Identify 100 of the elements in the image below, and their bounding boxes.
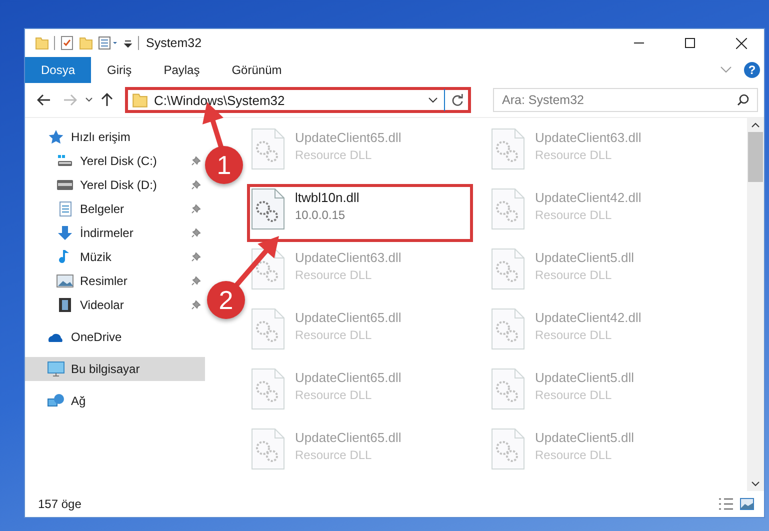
ribbon-tab[interactable]: Giriş [91,57,148,83]
dll-file-icon [491,368,525,410]
properties-icon[interactable] [98,36,118,50]
scroll-down-icon[interactable] [751,481,760,487]
file-detail: Resource DLL [295,388,373,402]
search-field[interactable]: Ara: System32 [493,88,758,112]
dll-file-icon [251,188,285,230]
file-name: UpdateClient5.dll [535,370,634,385]
drive-icon [56,177,74,193]
dll-file-icon [491,308,525,350]
nav-item[interactable]: Videolar [25,293,205,317]
large-icons-view-icon[interactable] [740,498,754,510]
search-icon[interactable] [737,94,749,106]
file-detail: Resource DLL [535,208,613,222]
folder-icon[interactable] [35,36,49,50]
forward-arrow-icon[interactable] [63,94,77,106]
file-detail: Resource DLL [535,448,613,462]
chevron-down-icon[interactable] [428,97,438,103]
nav-label: Resimler [80,274,128,288]
file-name: ltwbl10n.dll [295,190,360,205]
file-name: UpdateClient42.dll [535,190,642,205]
dll-file-icon [251,428,285,470]
dll-file-icon [251,128,285,170]
file-name: UpdateClient65.dll [295,310,402,325]
videos-icon [56,297,74,313]
nav-item[interactable]: OneDrive [25,325,205,349]
pin-icon[interactable] [191,204,201,214]
nav-item[interactable]: Müzik [25,245,205,269]
nav-item[interactable]: Ağ [25,389,205,413]
file-detail: Resource DLL [295,268,373,282]
address-bar[interactable]: C:\Windows\System32 [125,87,471,113]
download-icon [56,225,74,241]
nav-label: Yerel Disk (C:) [80,154,157,168]
nav-label: OneDrive [71,330,122,344]
file-name: UpdateClient5.dll [535,430,634,445]
nav-label: İndirmeler [80,226,134,240]
nav-label: Belgeler [80,202,124,216]
file-detail: Resource DLL [535,148,613,162]
pin-icon[interactable] [191,300,201,310]
file-name: UpdateClient65.dll [295,130,402,145]
help-button[interactable]: ? [744,62,760,78]
dll-file-icon [251,248,285,290]
nav-label: Yerel Disk (D:) [80,178,157,192]
file-name: UpdateClient42.dll [535,310,642,325]
nav-item[interactable]: Belgeler [25,197,205,221]
nav-item[interactable]: Bu bilgisayar [25,357,205,381]
dll-file-icon [491,428,525,470]
file-item[interactable]: ltwbl10n.dll 10.0.0.15 [247,184,473,242]
dll-file-icon [251,308,285,350]
folder-icon[interactable] [79,36,93,50]
refresh-icon[interactable] [451,94,464,106]
nav-item[interactable]: Yerel Disk (C:) [25,149,205,173]
nav-label: Ağ [71,394,86,408]
dll-file-icon [251,368,285,410]
nav-label: Bu bilgisayar [71,362,140,376]
network-icon [47,393,65,409]
scroll-up-icon[interactable] [751,122,760,128]
details-view-icon[interactable] [718,498,734,510]
scroll-thumb[interactable] [748,132,763,182]
file-detail: Resource DLL [535,328,613,342]
dll-file-icon [491,248,525,290]
item-count: 157 öge [38,497,82,511]
nav-item[interactable]: Resimler [25,269,205,293]
file-detail: Resource DLL [295,448,373,462]
star-icon [47,129,65,145]
nav-item[interactable]: Hızlı erişim [25,125,205,149]
minimize-icon [634,42,644,44]
file-detail: Resource DLL [295,148,373,162]
pin-icon[interactable] [191,276,201,286]
nav-item[interactable]: İndirmeler [25,221,205,245]
pin-icon[interactable] [191,252,201,262]
nav-item[interactable]: Yerel Disk (D:) [25,173,205,197]
file-name: UpdateClient5.dll [535,250,634,265]
drive-win-icon [56,153,74,169]
checklist-icon[interactable] [60,36,74,50]
pin-icon[interactable] [191,156,201,166]
pin-icon[interactable] [191,228,201,238]
computer-icon [47,361,65,377]
file-name: UpdateClient65.dll [295,430,402,445]
close-icon [736,38,746,48]
folder-icon [132,92,148,108]
address-path: C:\Windows\System32 [154,92,286,108]
back-arrow-icon[interactable] [37,94,51,106]
scrollbar[interactable] [747,118,764,491]
file-name: UpdateClient65.dll [295,370,402,385]
file-name: UpdateClient63.dll [535,130,642,145]
ribbon-tab[interactable]: Görünüm [216,57,298,83]
pin-icon[interactable] [191,180,201,190]
file-detail: Resource DLL [535,388,613,402]
pictures-icon [56,273,74,289]
nav-label: Hızlı erişim [71,130,130,144]
chevron-down-icon[interactable] [85,97,93,103]
nav-label: Müzik [80,250,112,264]
dll-file-icon [491,128,525,170]
up-arrow-icon[interactable] [101,93,113,107]
window-title: System32 [146,36,202,50]
nav-label: Videolar [80,298,124,312]
file-detail: Resource DLL [295,328,373,342]
ribbon-tab[interactable]: Paylaş [148,57,216,83]
ribbon-tab[interactable]: Dosya [25,57,92,83]
